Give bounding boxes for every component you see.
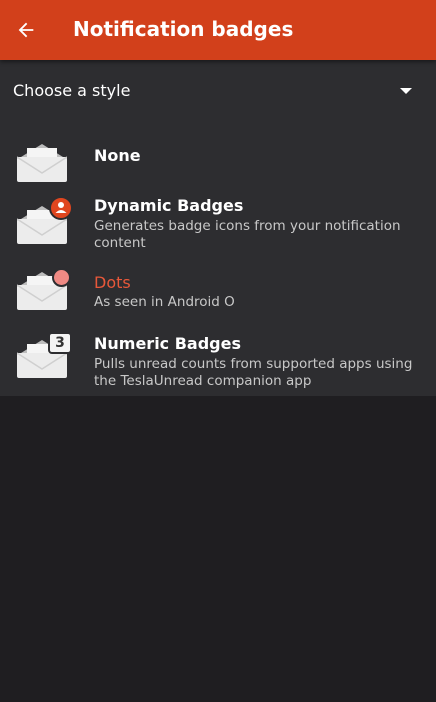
option-none[interactable]: None xyxy=(0,128,436,188)
envelope-icon xyxy=(17,144,67,182)
page-title: Notification badges xyxy=(73,17,294,41)
option-numeric-badges[interactable]: 3 Numeric Badges Pulls unread counts fro… xyxy=(0,322,436,389)
option-title: Numeric Badges xyxy=(94,334,242,353)
style-dropdown-label: Choose a style xyxy=(13,81,131,100)
arrow-back-icon xyxy=(18,22,34,38)
app-bar: Notification badges xyxy=(0,0,436,60)
back-button[interactable] xyxy=(8,12,44,48)
dropdown-arrow-icon xyxy=(400,88,412,94)
option-description: As seen in Android O xyxy=(94,294,235,310)
option-title: Dynamic Badges xyxy=(94,196,244,215)
option-title: Dots xyxy=(94,273,131,292)
option-dynamic-badges[interactable]: Dynamic Badges Generates badge icons fro… xyxy=(0,188,436,251)
option-description: Pulls unread counts from supported apps … xyxy=(94,356,413,389)
dot-badge-icon xyxy=(52,268,71,287)
person-badge-icon xyxy=(49,196,73,220)
number-badge-icon: 3 xyxy=(48,332,72,354)
option-title: None xyxy=(94,146,141,165)
option-dots[interactable]: Dots As seen in Android O xyxy=(0,256,436,316)
option-description: Generates badge icons from your notifica… xyxy=(94,218,401,251)
badge-style-panel: Choose a style None Dynamic Badges Gener… xyxy=(0,60,436,396)
style-dropdown[interactable]: Choose a style xyxy=(0,70,436,112)
